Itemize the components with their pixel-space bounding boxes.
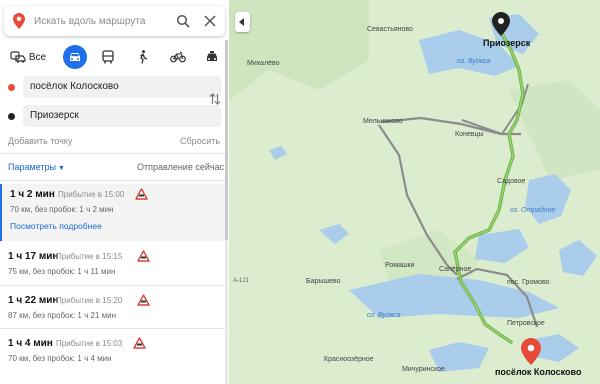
map-label-town: Красноозёрное (324, 356, 374, 363)
route-arrival: Прибытие в 15:20 (56, 296, 123, 305)
map-label-lake: оз. Отрадное (510, 207, 556, 214)
car-bus-icon (10, 51, 26, 63)
chevron-down-icon: ▼ (57, 165, 65, 172)
car-icon (70, 53, 80, 61)
route-arrival: Прибытие в 15:03 (56, 339, 123, 348)
search-icon[interactable] (176, 14, 190, 28)
lake-otradnoe (525, 174, 571, 224)
traffic-warning-icon (137, 294, 150, 306)
map-label-road: А-121 (233, 278, 250, 284)
map-label-lake: оз. Вуокса (457, 58, 491, 65)
map-label-town: Мичуринское (402, 366, 445, 373)
map-label-town: Коневцы (455, 131, 484, 138)
departure-time-button[interactable]: Отправление сейчас (137, 162, 224, 172)
route-arrival: Прибытие в 15:00 (58, 190, 125, 199)
divider (0, 328, 225, 329)
map-label-town: Петровское (507, 320, 545, 327)
mode-walk-button[interactable] (136, 44, 150, 70)
mode-bike-button[interactable] (169, 44, 187, 70)
route-duration: 1 ч 2 мин (10, 189, 55, 200)
from-field[interactable]: посёлок Колосково (23, 76, 221, 98)
route-details: 70 км, без пробок: 1 ч 2 мин (10, 205, 114, 214)
swap-points-icon[interactable] (209, 92, 221, 106)
route-duration: 1 ч 22 мин (8, 295, 59, 306)
divider (0, 180, 225, 181)
route-details: 87 км, без пробок: 1 ч 21 мин (8, 311, 116, 320)
mode-taxi-button[interactable] (205, 44, 219, 70)
map-label-town: Сапёрное (439, 266, 472, 273)
chevron-left-icon (239, 18, 244, 26)
search-bar (4, 6, 225, 36)
transport-modes: Все (0, 44, 229, 70)
mode-transit-button[interactable] (100, 44, 116, 70)
route-option-4[interactable]: 1 ч 4 мин Прибытие в 15:03 70 км, без пр… (0, 333, 225, 377)
bus-icon (102, 50, 114, 64)
route-option-1[interactable]: 1 ч 2 мин Прибытие в 15:00 70 км, без пр… (0, 184, 225, 241)
parameters-dropdown[interactable]: Параметры ▼ (8, 162, 65, 172)
map-label-town: Мельниково (363, 118, 403, 125)
route-details: 70 км, без пробок: 1 ч 4 мин (8, 354, 112, 363)
traffic-warning-icon (137, 250, 150, 262)
start-marker (521, 338, 541, 365)
route-details: 75 км, без пробок: 1 ч 11 мин (8, 267, 116, 276)
route-panel: Все (0, 0, 229, 384)
divider (0, 153, 225, 154)
map-label-town: Севастьяново (367, 26, 413, 33)
route-duration: 1 ч 4 мин (8, 338, 53, 349)
route-arrival: Прибытие в 15:15 (56, 252, 123, 261)
route-option-2[interactable]: 1 ч 17 мин Прибытие в 15:15 75 км, без п… (0, 246, 225, 290)
map-label-town: Барышево (306, 278, 341, 285)
scrollbar-thumb[interactable] (225, 40, 228, 240)
divider (0, 285, 225, 286)
mode-all-button[interactable]: Все (8, 44, 48, 70)
map-label-town: Садовое (497, 178, 526, 185)
route-more-link[interactable]: Посмотреть подробнее (10, 221, 102, 231)
map-label-town: пос. Громово (507, 279, 550, 286)
parameters-label: Параметры (8, 162, 56, 172)
map-view[interactable]: Севастьяново Михалёво Приозерск оз. Вуок… (229, 0, 600, 384)
map-label-lake: оз. Вуокса (367, 312, 401, 319)
reset-link[interactable]: Сбросить (180, 136, 220, 146)
bicycle-icon (170, 51, 186, 63)
map-label-town: Ромашки (385, 262, 415, 269)
collapse-panel-button[interactable] (235, 12, 250, 32)
traffic-warning-icon (135, 188, 148, 200)
mode-car-button[interactable] (63, 45, 87, 69)
map-label-town: Михалёво (247, 60, 280, 67)
panel-scrollbar[interactable] (225, 40, 228, 384)
traffic-warning-icon (133, 337, 146, 349)
add-point-link[interactable]: Добавить точку (8, 136, 72, 146)
pedestrian-icon (140, 50, 148, 64)
map-label-destination: Приозерск (483, 38, 531, 48)
route-duration: 1 ч 17 мин (8, 251, 59, 262)
search-input[interactable] (34, 12, 164, 30)
mode-all-label: Все (28, 51, 47, 63)
close-icon[interactable] (204, 15, 216, 27)
map-label-origin: посёлок Колосково (495, 367, 582, 377)
start-point-dot (8, 84, 15, 91)
to-field[interactable]: Приозерск (23, 105, 221, 127)
location-pin-icon (13, 13, 25, 29)
end-point-dot (8, 113, 15, 120)
taxi-icon (207, 51, 217, 61)
